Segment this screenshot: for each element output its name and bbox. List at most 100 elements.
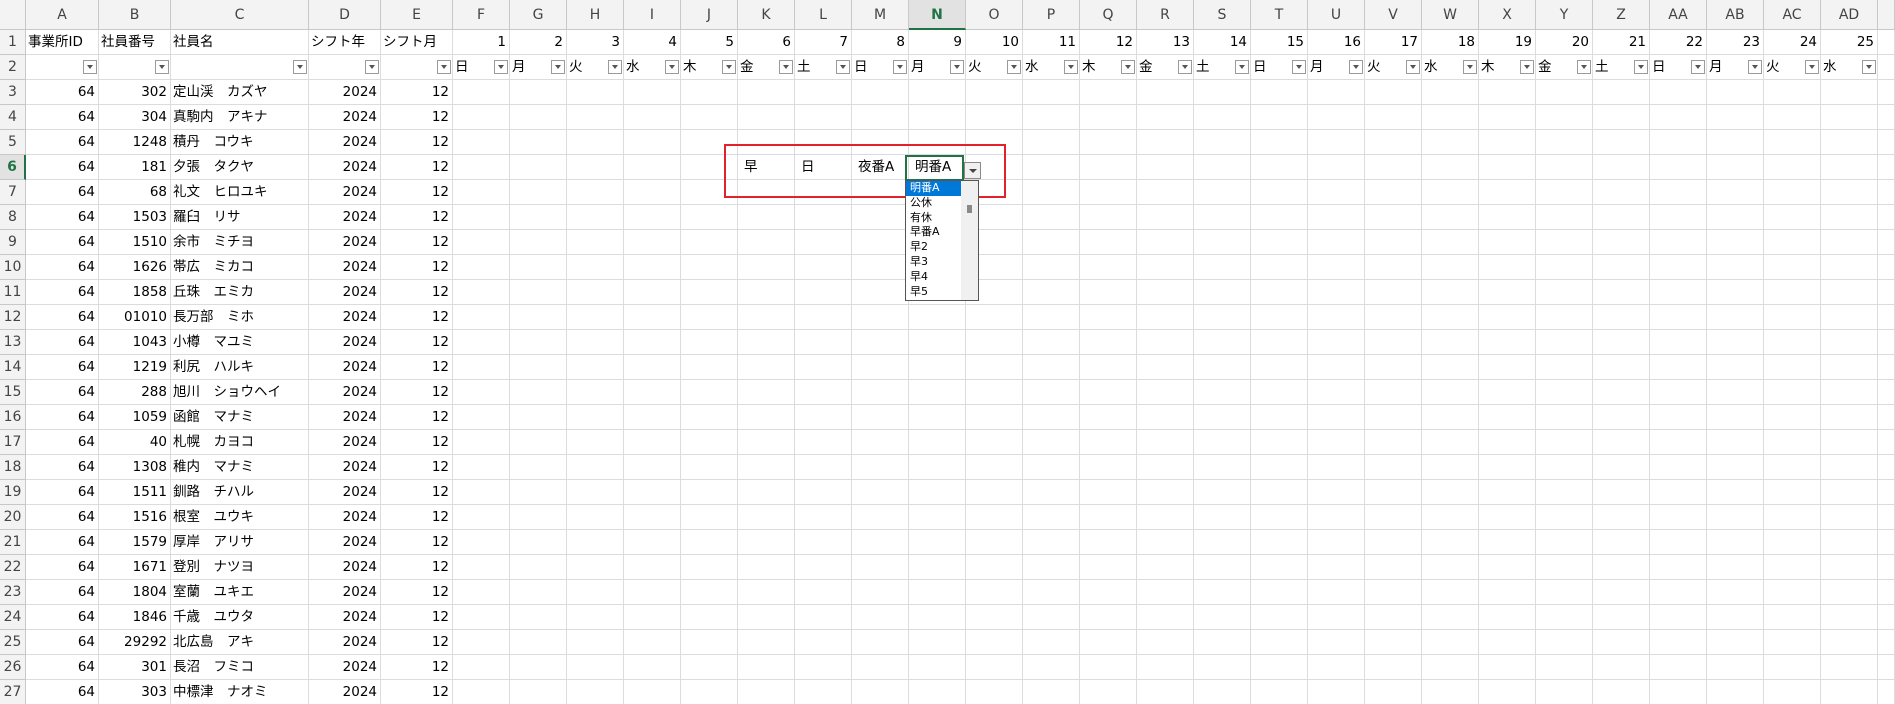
cell-q7[interactable] [1080,180,1137,205]
cell-j13[interactable] [681,330,738,355]
header-cell-w[interactable]: 18 [1422,30,1479,55]
cell-g25[interactable] [510,630,567,655]
cell-k22[interactable] [738,555,795,580]
cell-y26[interactable] [1536,655,1593,680]
cell-w14[interactable] [1422,355,1479,380]
filter-dropdown-icon[interactable] [893,60,907,74]
cell-u24[interactable] [1308,605,1365,630]
cell-m12[interactable] [852,305,909,330]
cell-y24[interactable] [1536,605,1593,630]
cell-p8[interactable] [1023,205,1080,230]
cell-y11[interactable] [1536,280,1593,305]
cell-j21[interactable] [681,530,738,555]
cell-p3[interactable] [1023,80,1080,105]
cell-ad7[interactable] [1821,180,1878,205]
cell-r4[interactable] [1137,105,1194,130]
cell-f3[interactable] [453,80,510,105]
cell-ad4[interactable] [1821,105,1878,130]
cell-o25[interactable] [966,630,1023,655]
cell-p10[interactable] [1023,255,1080,280]
cell-aa11[interactable] [1650,280,1707,305]
cell-g24[interactable] [510,605,567,630]
cell-ab3[interactable] [1707,80,1764,105]
cell-y25[interactable] [1536,630,1593,655]
cell-z22[interactable] [1593,555,1650,580]
cell-ab10[interactable] [1707,255,1764,280]
column-header-ac[interactable]: AC [1764,0,1821,30]
employee-cell-e[interactable]: 12 [381,180,453,205]
cell-m13[interactable] [852,330,909,355]
filter-dropdown-icon[interactable] [1064,60,1078,74]
employee-cell-a[interactable]: 64 [26,380,99,405]
cell-y13[interactable] [1536,330,1593,355]
cell-q24[interactable] [1080,605,1137,630]
cell-w24[interactable] [1422,605,1479,630]
cell-i12[interactable] [624,305,681,330]
cell-u6[interactable] [1308,155,1365,180]
cell-ac26[interactable] [1764,655,1821,680]
cell-z15[interactable] [1593,380,1650,405]
cell-i26[interactable] [624,655,681,680]
column-header-v[interactable]: V [1365,0,1422,30]
cell-r5[interactable] [1137,130,1194,155]
employee-cell-e[interactable]: 12 [381,530,453,555]
cell-ad13[interactable] [1821,330,1878,355]
row-header-15[interactable]: 15 [0,380,26,405]
cell-o21[interactable] [966,530,1023,555]
column-header-h[interactable]: H [567,0,624,30]
column-header-aa[interactable]: AA [1650,0,1707,30]
cell-ac17[interactable] [1764,430,1821,455]
filter-cell-v[interactable]: 火 [1365,55,1422,80]
employee-cell-b[interactable]: 1503 [99,205,171,230]
employee-cell-b[interactable]: 304 [99,105,171,130]
column-header-x[interactable]: X [1479,0,1536,30]
header-cell-f[interactable]: 1 [453,30,510,55]
cell-r26[interactable] [1137,655,1194,680]
cell-v5[interactable] [1365,130,1422,155]
row-header-24[interactable]: 24 [0,605,26,630]
employee-cell-d[interactable]: 2024 [309,305,381,330]
cell-t22[interactable] [1251,555,1308,580]
filter-cell-k[interactable]: 金 [738,55,795,80]
cell-v14[interactable] [1365,355,1422,380]
employee-cell-a[interactable]: 64 [26,555,99,580]
cell-g4[interactable] [510,105,567,130]
employee-cell-e[interactable]: 12 [381,455,453,480]
filter-dropdown-icon[interactable] [551,60,565,74]
cell-n25[interactable] [909,630,966,655]
cell-f22[interactable] [453,555,510,580]
cell-u23[interactable] [1308,580,1365,605]
cell-q22[interactable] [1080,555,1137,580]
column-header-u[interactable]: U [1308,0,1365,30]
cell-y20[interactable] [1536,505,1593,530]
cell-h20[interactable] [567,505,624,530]
cell-j22[interactable] [681,555,738,580]
cell-aa8[interactable] [1650,205,1707,230]
cell-l10[interactable] [795,255,852,280]
cell-k15[interactable] [738,380,795,405]
cell-g14[interactable] [510,355,567,380]
cell-f25[interactable] [453,630,510,655]
cell-h14[interactable] [567,355,624,380]
cell-t24[interactable] [1251,605,1308,630]
cell-h11[interactable] [567,280,624,305]
cell-r9[interactable] [1137,230,1194,255]
filter-dropdown-icon[interactable] [1691,60,1705,74]
column-header-t[interactable]: T [1251,0,1308,30]
employee-cell-c[interactable]: 丘珠 エミカ [171,280,309,305]
cell-t3[interactable] [1251,80,1308,105]
cell-f26[interactable] [453,655,510,680]
cell-p25[interactable] [1023,630,1080,655]
header-cell-aa[interactable]: 22 [1650,30,1707,55]
header-cell-b[interactable]: 社員番号 [99,30,171,55]
cell-m15[interactable] [852,380,909,405]
header-cell-ac[interactable]: 24 [1764,30,1821,55]
employee-cell-b[interactable]: 1516 [99,505,171,530]
cell-s18[interactable] [1194,455,1251,480]
column-header-q[interactable]: Q [1080,0,1137,30]
cell-x5[interactable] [1479,130,1536,155]
cell-w27[interactable] [1422,680,1479,704]
cell-ac27[interactable] [1764,680,1821,704]
cell-s5[interactable] [1194,130,1251,155]
cell-ac5[interactable] [1764,130,1821,155]
